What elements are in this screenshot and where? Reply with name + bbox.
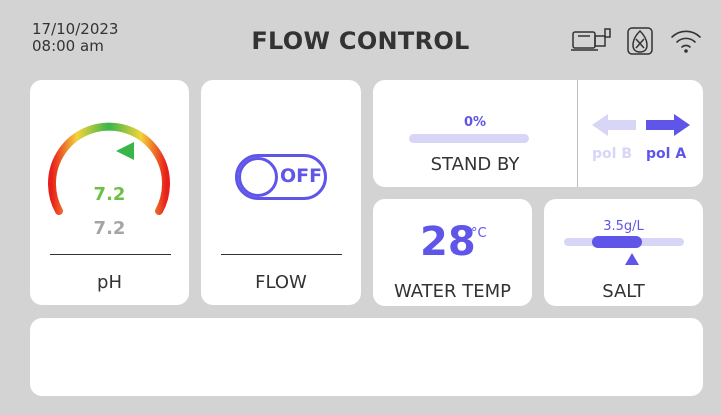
polarity-section[interactable]: pol B pol A xyxy=(578,80,703,187)
standby-percent: 0% xyxy=(463,115,487,130)
salt-label: SALT xyxy=(602,281,645,302)
ph-setpoint-marker xyxy=(116,142,134,160)
standby-label: STAND BY xyxy=(430,154,520,175)
pol-a-label[interactable]: pol A xyxy=(646,146,686,162)
message-panel xyxy=(30,318,703,396)
filter-icon[interactable] xyxy=(625,26,657,56)
water-temp-value: 28 xyxy=(420,219,476,265)
ph-gauge xyxy=(48,122,170,215)
ph-divider xyxy=(50,254,171,255)
flow-toggle[interactable]: OFF xyxy=(235,154,327,200)
ph-card[interactable]: 7.2 7.2 pH xyxy=(30,80,189,305)
standby-polarity-card[interactable]: 0% STAND BY pol B pol A xyxy=(373,80,703,187)
salt-value: 3.5g/L xyxy=(603,219,644,234)
pol-b-arrow-icon xyxy=(592,114,636,136)
ph-setpoint: 7.2 xyxy=(93,218,126,239)
flow-divider xyxy=(221,254,342,255)
flow-label: FLOW xyxy=(255,272,307,293)
water-temp-card[interactable]: 28 °C WATER TEMP xyxy=(373,199,532,306)
ph-value: 7.2 xyxy=(93,184,126,205)
pol-b-label[interactable]: pol B xyxy=(592,146,632,162)
salt-pointer-icon xyxy=(625,253,639,265)
water-temp-label: WATER TEMP xyxy=(393,281,512,302)
salt-level-fill xyxy=(592,236,642,248)
standby-section[interactable]: 0% STAND BY xyxy=(373,80,577,187)
flow-state: OFF xyxy=(280,165,323,187)
wifi-icon[interactable] xyxy=(668,26,704,56)
water-temp-unit: °C xyxy=(471,226,487,241)
toggle-knob xyxy=(238,157,278,197)
pol-a-arrow-icon xyxy=(646,114,690,136)
ph-label: pH xyxy=(97,272,122,293)
flow-card[interactable]: OFF FLOW xyxy=(201,80,361,305)
standby-progress-bar xyxy=(409,134,529,143)
salt-card[interactable]: 3.5g/L SALT xyxy=(544,199,703,306)
pump-icon[interactable] xyxy=(570,26,614,56)
